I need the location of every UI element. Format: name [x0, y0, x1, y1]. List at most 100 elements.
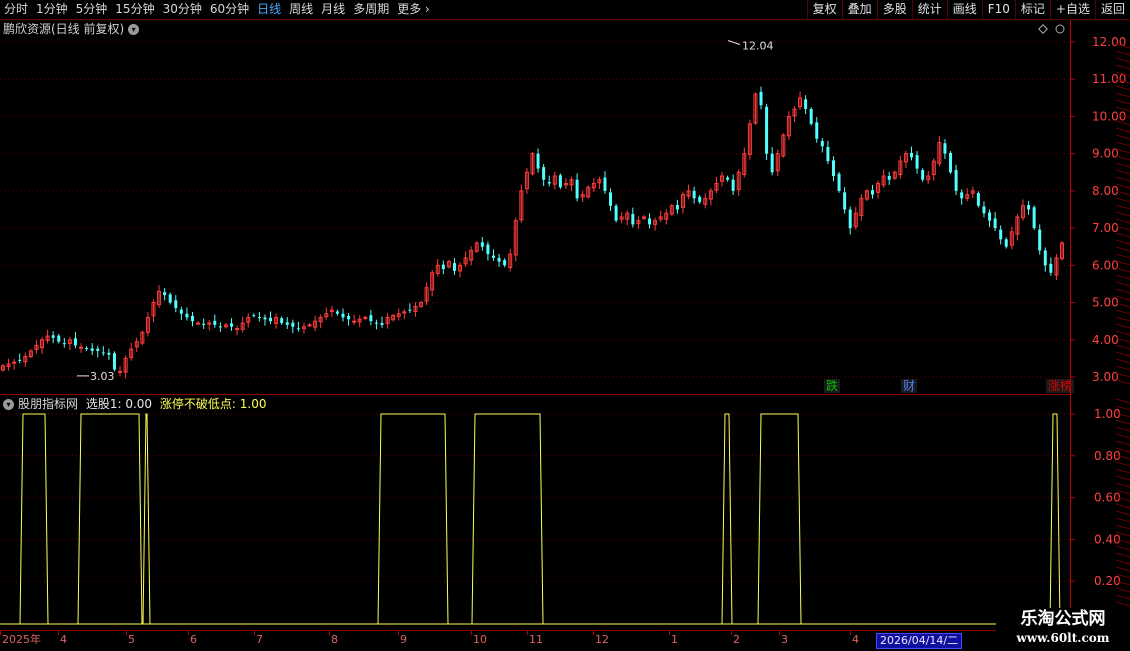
candle-body-down [101, 352, 105, 354]
month-tick [593, 631, 594, 635]
candle-body-down [954, 170, 958, 191]
axis-hatch [1115, 510, 1130, 516]
month-label: 7 [256, 633, 263, 646]
toolbar-button-1[interactable]: 叠加 [841, 0, 877, 19]
axis-hatch [1115, 204, 1130, 210]
watermark: 乐淘公式网 www.60lt.com [996, 608, 1130, 650]
candle-body-down [815, 122, 819, 139]
price-chart[interactable]: 12.00 11.00 10.00 9.00 8.00 7.00 6.00 5.00 4.00 3… [0, 20, 1130, 394]
candle-body-down [441, 264, 445, 270]
month-tick [188, 631, 189, 635]
candle-body-down [107, 352, 111, 355]
price-axis-label: 12.00 [1092, 35, 1126, 49]
period-tab-5[interactable]: 60分钟 [206, 0, 253, 19]
candle-body-down [285, 322, 289, 325]
period-tab-0[interactable]: 分时 [0, 0, 32, 19]
axis-hatch [1115, 351, 1130, 357]
period-tab-6[interactable]: 日线 [253, 0, 285, 19]
candle-body-down [491, 255, 495, 258]
axis-hatch [1115, 85, 1130, 91]
axis-hatch [1115, 440, 1130, 446]
circle-icon[interactable] [1055, 24, 1065, 34]
candle-body-down [726, 177, 730, 180]
month-tick [850, 631, 851, 635]
toolbar-button-3[interactable]: 统计 [911, 0, 947, 19]
axis-hatch [1115, 92, 1130, 98]
low-marker-label: 3.03 [90, 370, 115, 383]
candle-body-down [335, 311, 339, 314]
period-tab-7[interactable]: 周线 [285, 0, 317, 19]
toolbar-button-7[interactable]: +自选 [1049, 0, 1095, 19]
axis-hatch [1115, 503, 1130, 509]
axis-hatch [1115, 559, 1130, 565]
candle-body-down [1027, 205, 1031, 210]
candle-body-up [307, 324, 312, 327]
candle-body-down [804, 99, 808, 109]
month-label: 9 [400, 633, 407, 646]
period-tab-10[interactable]: 更多 › [393, 0, 434, 19]
month-label: 3 [781, 633, 788, 646]
candle-body-down [191, 315, 195, 322]
axis-hatch [1115, 517, 1130, 523]
axis-hatch [1115, 274, 1130, 280]
event-tag[interactable]: 财 [903, 379, 915, 393]
axis-hatch [1115, 57, 1130, 63]
axis-hatch [1115, 475, 1130, 481]
toolbar-button-0[interactable]: 复权 [806, 0, 842, 19]
period-tab-3[interactable]: 15分钟 [111, 0, 158, 19]
candle-body-down [163, 292, 167, 296]
candle-body-down [614, 205, 618, 221]
event-tag[interactable]: 涨榜 [1048, 378, 1072, 393]
candle-body-down [1049, 263, 1053, 273]
candle-body-down [765, 106, 769, 154]
indicator-chart[interactable]: 1.000.800.600.400.20 [0, 395, 1130, 630]
candle-body-down [179, 309, 183, 314]
price-axis-label: 3.00 [1092, 370, 1119, 384]
toolbar-button-4[interactable]: 画线 [946, 0, 982, 19]
axis-hatch [1115, 134, 1130, 140]
price-axis-label: 10.00 [1092, 109, 1126, 123]
indicator-axis-label: 1.00 [1094, 407, 1121, 421]
candle-body-down [731, 179, 735, 191]
month-tick [0, 631, 1, 635]
candle-body-up [79, 346, 84, 349]
period-tab-9[interactable]: 多周期 [349, 0, 393, 19]
month-tick [527, 631, 528, 635]
candle-body-down [1032, 207, 1036, 229]
candle-body-down [51, 335, 55, 338]
axis-hatch [1115, 239, 1130, 245]
axis-separator [1070, 20, 1071, 630]
candle-body-down [218, 326, 222, 328]
period-tab-4[interactable]: 30分钟 [159, 0, 206, 19]
period-tab-1[interactable]: 1分钟 [32, 0, 72, 19]
candle-body-down [887, 176, 891, 180]
diamond-icon[interactable] [1038, 24, 1048, 34]
axis-hatch [1115, 545, 1130, 551]
toolbar-button-6[interactable]: 标记 [1014, 0, 1050, 19]
axis-hatch [1115, 211, 1130, 217]
candle-body-down [486, 244, 490, 255]
candle-body-down [230, 323, 234, 327]
month-label: 8 [331, 633, 338, 646]
period-tab-2[interactable]: 5分钟 [72, 0, 112, 19]
toolbar-button-5[interactable]: F10 [981, 0, 1015, 19]
signal-pulse [19, 413, 49, 625]
candle-body-down [915, 155, 919, 169]
candle-body-down [62, 343, 66, 345]
event-tag[interactable]: 跌 [826, 378, 838, 393]
toolbar-button-8[interactable]: 返回 [1094, 0, 1130, 19]
candle-body-up [352, 320, 357, 323]
period-tab-8[interactable]: 月线 [317, 0, 349, 19]
axis-hatch [1115, 358, 1130, 364]
candle-body-down [85, 347, 89, 350]
month-tick [669, 631, 670, 635]
toolbar-button-2[interactable]: 多股 [876, 0, 912, 19]
candle-body-down [999, 229, 1003, 240]
axis-hatch [1115, 316, 1130, 322]
month-tick [731, 631, 732, 635]
candle-body-down [960, 192, 964, 199]
signal-pulse [721, 413, 733, 625]
month-label: 1 [671, 633, 678, 646]
candle-body-down [1043, 250, 1047, 266]
candle-body-down [347, 315, 351, 320]
